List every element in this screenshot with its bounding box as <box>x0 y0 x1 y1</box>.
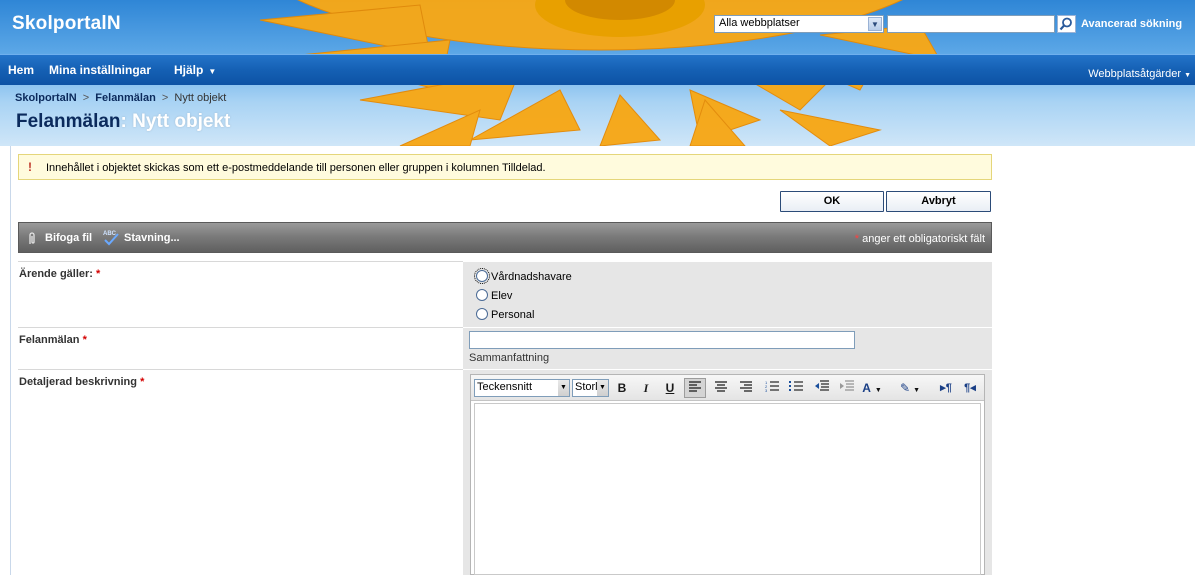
form-toolbar: Bifoga fil ABC Stavning... * anger ett o… <box>18 222 992 253</box>
breadcrumb-separator: > <box>82 92 90 104</box>
radio-personal[interactable]: Personal <box>476 308 534 321</box>
required-star: * <box>82 334 87 346</box>
site-actions-menu[interactable]: Webbplatsåtgärder ▼ <box>1088 68 1191 80</box>
radio-circle[interactable] <box>476 308 488 320</box>
font-size-value: Storl <box>575 381 598 393</box>
felanmalan-label: Felanmälan <box>19 334 80 346</box>
font-family-value: Teckensnitt <box>477 381 533 393</box>
info-notice: ! Innehållet i objektet skickas som ett … <box>18 154 992 180</box>
beskrivning-label: Detaljerad beskrivning <box>19 376 137 388</box>
spelling-icon: ABC <box>102 228 120 249</box>
font-size-select[interactable]: Storl ▼ <box>572 379 609 397</box>
breadcrumb-root[interactable]: SkolportalN <box>15 92 77 104</box>
search-icon <box>1059 17 1072 31</box>
search-scope-value: Alla webbplatser <box>719 17 800 29</box>
arende-label-cell: Ärende gäller: * <box>18 261 463 328</box>
required-star: * <box>140 376 145 388</box>
align-left-icon[interactable] <box>684 378 706 398</box>
increase-indent-icon[interactable] <box>836 378 858 398</box>
chevron-down-icon[interactable]: ▼ <box>597 380 608 396</box>
site-header: SkolportalN Alla webbplatser ▼ Avancerad… <box>0 0 1195 146</box>
align-right-icon[interactable] <box>735 378 757 398</box>
bullet-list-icon[interactable] <box>785 378 807 398</box>
ok-button[interactable]: OK <box>780 191 884 212</box>
nav-item-mina-installningar[interactable]: Mina inställningar <box>49 63 151 77</box>
rte-toolbar: Teckensnitt ▼ Storl ▼ B I U 123 A ▼ ✎ ▼ … <box>471 375 984 401</box>
chevron-down-icon[interactable]: ▼ <box>868 17 882 31</box>
paperclip-icon <box>27 232 37 249</box>
radio-label: Personal <box>491 309 535 321</box>
site-title[interactable]: SkolportalN <box>12 13 121 35</box>
required-note-text: anger ett obligatoriskt fält <box>862 233 985 245</box>
advanced-search-link[interactable]: Avancerad sökning <box>1081 18 1182 30</box>
cancel-button[interactable]: Avbryt <box>886 191 991 212</box>
nav-item-hjalp[interactable]: Hjälp ▼ <box>174 63 216 77</box>
radio-elev[interactable]: Elev <box>476 289 512 302</box>
nav-item-hem[interactable]: Hem <box>8 63 34 77</box>
underline-icon[interactable]: U <box>659 378 681 398</box>
font-color-icon[interactable]: A ▼ <box>861 378 883 398</box>
chevron-down-icon[interactable]: ▼ <box>558 380 569 396</box>
breadcrumb-separator: > <box>161 92 169 104</box>
nav-item-hjalp-label: Hjälp <box>174 63 204 77</box>
search-scope-select[interactable]: Alla webbplatser ▼ <box>714 15 884 33</box>
radio-circle[interactable] <box>474 268 490 284</box>
breadcrumb-list[interactable]: Felanmälan <box>95 92 156 104</box>
required-field-note: * anger ett obligatoriskt fält <box>855 233 985 245</box>
felanmalan-input[interactable] <box>469 331 855 349</box>
radio-circle[interactable] <box>476 289 488 301</box>
felanmalan-hint: Sammanfattning <box>469 352 550 364</box>
search-button[interactable] <box>1057 15 1076 33</box>
notice-text: Innehållet i objektet skickas som ett e-… <box>46 162 546 174</box>
exclamation-icon: ! <box>28 160 32 174</box>
align-center-icon[interactable] <box>710 378 732 398</box>
site-actions-label: Webbplatsåtgärder <box>1088 68 1181 80</box>
svg-text:3: 3 <box>765 388 768 392</box>
rich-text-editor: Teckensnitt ▼ Storl ▼ B I U 123 A ▼ ✎ ▼ … <box>470 374 985 575</box>
bold-icon[interactable]: B <box>611 378 633 398</box>
rtl-icon[interactable]: ¶◂ <box>959 378 981 398</box>
svg-text:ABC: ABC <box>103 231 117 237</box>
radio-label: Elev <box>491 290 513 302</box>
radio-label: Vårdnadshavare <box>491 271 572 283</box>
beskrivning-label-cell: Detaljerad beskrivning * <box>18 369 463 575</box>
italic-icon[interactable]: I <box>635 378 657 398</box>
attach-file-button[interactable]: Bifoga fil <box>45 232 92 244</box>
spelling-button[interactable]: Stavning... <box>124 232 180 244</box>
decrease-indent-icon[interactable] <box>811 378 833 398</box>
caret-down-icon: ▼ <box>1184 72 1191 79</box>
page-title-list[interactable]: Felanmälan <box>16 111 121 132</box>
page-title-separator: : <box>120 111 127 132</box>
top-navigation: Hem Mina inställningar Hjälp ▼ Webbplatså… <box>0 54 1195 85</box>
arende-label: Ärende gäller: <box>19 268 93 280</box>
breadcrumb: SkolportalN > Felanmälan > Nytt objekt <box>15 92 226 104</box>
required-star: * <box>854 233 860 245</box>
breadcrumb-current: Nytt objekt <box>174 92 227 104</box>
radio-vardnadshavare[interactable]: Vårdnadshavare <box>474 268 572 284</box>
description-editor-area[interactable] <box>474 403 981 575</box>
numbered-list-icon[interactable]: 123 <box>761 378 783 398</box>
felanmalan-label-cell: Felanmälan * <box>18 327 463 370</box>
search-input[interactable] <box>887 15 1055 33</box>
page-title-item: Nytt objekt <box>132 111 231 132</box>
required-star: * <box>96 268 101 280</box>
highlight-color-icon[interactable]: ✎ ▼ <box>899 378 921 398</box>
ltr-icon[interactable]: ▸¶ <box>935 378 957 398</box>
page-title: Felanmälan: Nytt objekt <box>16 111 230 133</box>
caret-down-icon: ▼ <box>208 67 217 76</box>
font-family-select[interactable]: Teckensnitt ▼ <box>474 379 570 397</box>
